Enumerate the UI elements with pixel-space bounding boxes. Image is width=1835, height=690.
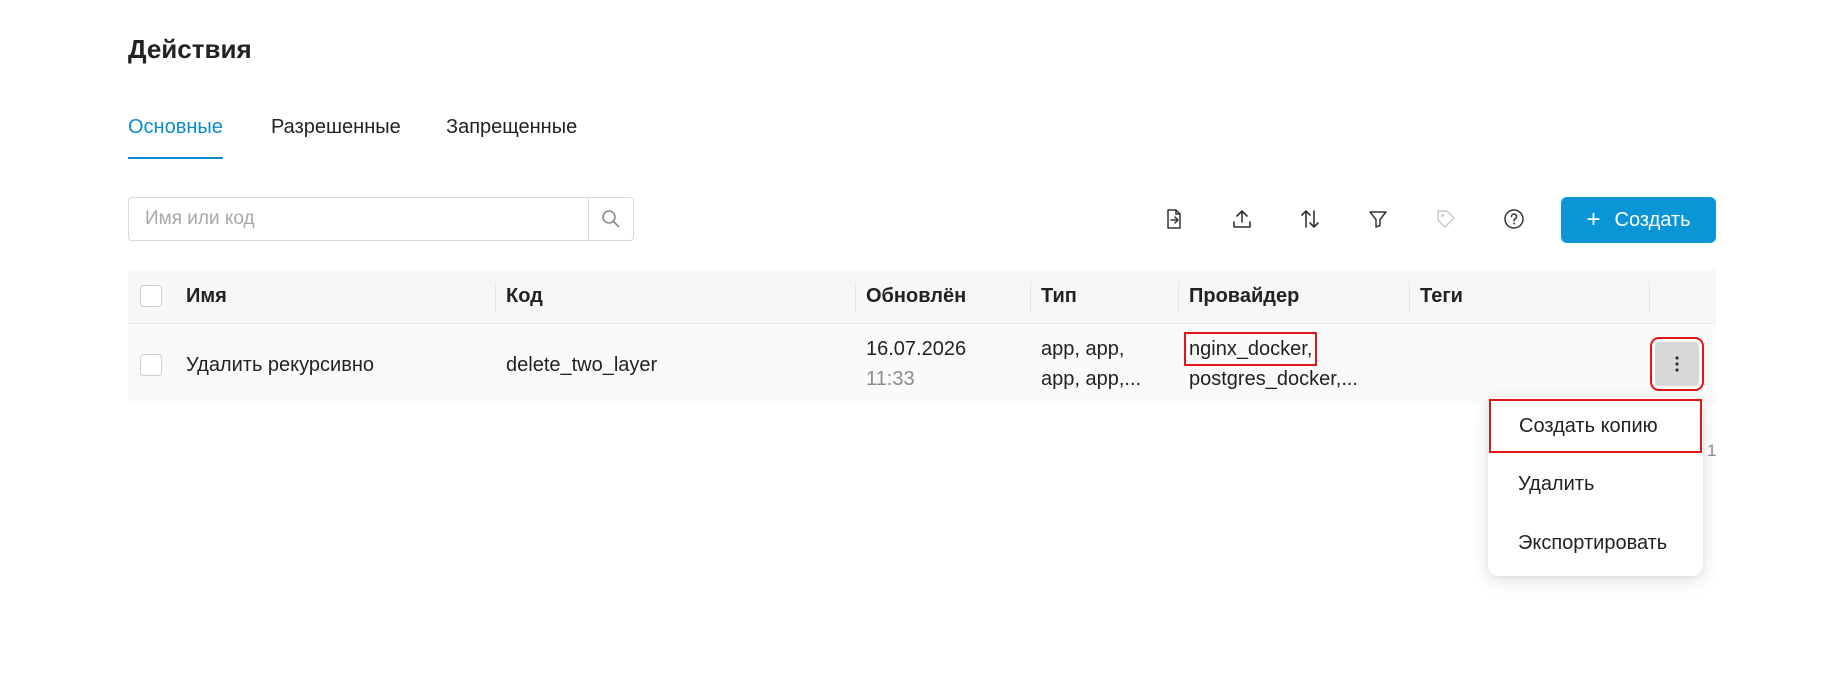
search-box (128, 197, 634, 241)
column-header-provider[interactable]: Провайдер (1189, 270, 1299, 323)
create-button-label: Создать (1614, 208, 1691, 231)
import-button[interactable] (1152, 197, 1196, 241)
column-header-tags[interactable]: Теги (1420, 270, 1463, 323)
cell-provider: nginx_docker, postgres_docker,... (1183, 332, 1358, 394)
help-button[interactable] (1492, 197, 1536, 241)
upload-icon (1233, 210, 1251, 228)
column-divider (1409, 282, 1410, 312)
tab-main[interactable]: Основные (128, 116, 223, 159)
row-context-menu: Создать копию Удалить Экспортировать (1488, 397, 1703, 576)
cell-code: delete_two_layer (506, 354, 658, 376)
provider-highlight-box: nginx_docker, (1183, 332, 1318, 366)
create-button[interactable]: + Создать (1561, 197, 1716, 243)
tag-icon (1437, 210, 1455, 228)
table-header: Имя Код Обновлён Тип Провайдер Теги (128, 270, 1716, 324)
type-line-2: app, app,... (1041, 368, 1142, 390)
tags-button[interactable] (1424, 197, 1468, 241)
plus-icon: + (1586, 206, 1601, 233)
column-divider (855, 282, 856, 312)
column-divider (1178, 282, 1179, 312)
sort-icon (1301, 210, 1319, 228)
filter-button[interactable] (1356, 197, 1400, 241)
more-vertical-icon (1675, 356, 1679, 372)
provider-line-2: postgres_docker,... (1189, 368, 1358, 390)
column-header-code[interactable]: Код (506, 270, 543, 323)
filter-icon (1369, 211, 1387, 228)
help-icon (1504, 209, 1524, 229)
import-file-icon (1167, 209, 1181, 229)
search-input[interactable] (129, 198, 588, 240)
cell-updated: 16.07.2026 11:33 (866, 334, 966, 394)
sort-button[interactable] (1288, 197, 1332, 241)
provider-line-1: nginx_docker, (1189, 338, 1313, 360)
select-all-checkbox[interactable] (140, 285, 162, 307)
tab-allowed[interactable]: Разрешенные (271, 116, 401, 157)
pagination-fragment: 1 (1707, 441, 1717, 460)
cell-name: Удалить рекурсивно (186, 354, 374, 376)
menu-item-export[interactable]: Экспортировать (1488, 516, 1703, 570)
updated-time: 11:33 (866, 368, 915, 390)
updated-date: 16.07.2026 (866, 338, 967, 360)
search-button[interactable] (588, 198, 633, 240)
cell-type: app, app, app, app,... (1041, 334, 1141, 394)
upload-button[interactable] (1220, 197, 1264, 241)
tab-forbidden[interactable]: Запрещенные (446, 116, 577, 157)
column-header-name[interactable]: Имя (186, 270, 227, 323)
search-icon (602, 210, 620, 228)
page-title: Действия (128, 34, 252, 64)
column-divider (1649, 282, 1650, 312)
type-line-1: app, app, (1041, 338, 1125, 360)
row-checkbox[interactable] (140, 354, 162, 376)
column-header-updated[interactable]: Обновлён (866, 270, 966, 323)
menu-item-delete[interactable]: Удалить (1488, 457, 1703, 511)
table-row[interactable]: Удалить рекурсивно delete_two_layer 16.0… (128, 324, 1716, 404)
actions-table: Имя Код Обновлён Тип Провайдер Теги Удал… (128, 270, 1716, 404)
row-actions-button[interactable] (1650, 337, 1704, 391)
column-divider (1030, 282, 1031, 312)
actions-page: Действия Основные Разрешенные Запрещенны… (0, 0, 1835, 690)
menu-item-create-copy[interactable]: Создать копию (1489, 399, 1702, 453)
column-header-type[interactable]: Тип (1041, 270, 1077, 323)
column-divider (495, 282, 496, 312)
